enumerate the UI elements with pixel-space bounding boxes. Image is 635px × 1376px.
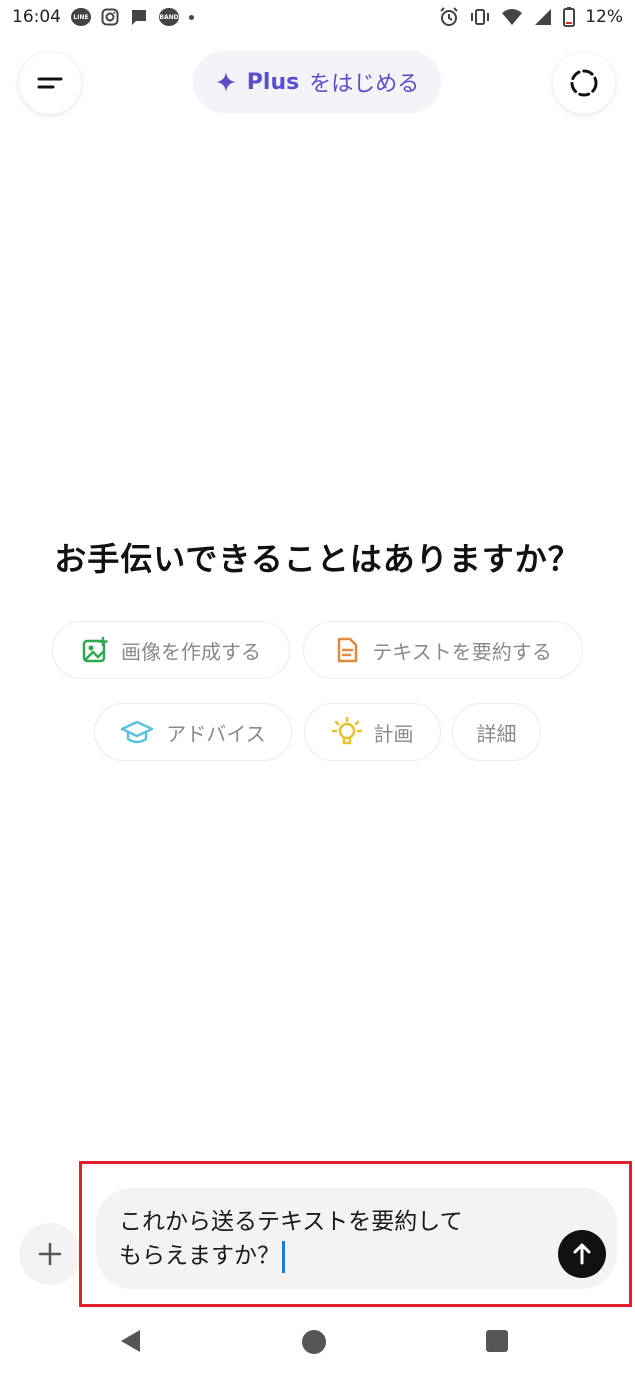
document-icon [338,637,358,663]
dashed-circle-icon [570,69,598,97]
image-create-icon [82,636,108,663]
battery-percentage: 12% [585,7,623,27]
band-notification-icon: BAND [159,8,179,26]
chip-summarize-text[interactable]: テキストを要約する [303,621,583,679]
vibrate-icon [469,8,491,26]
plus-icon [38,1242,62,1266]
alarm-icon [439,7,459,27]
temporary-chat-button[interactable] [553,52,615,114]
nav-home-button[interactable] [302,1330,326,1354]
menu-button[interactable] [19,52,81,114]
chip-label: 画像を作成する [121,639,261,664]
chip-label: 計画 [373,721,414,746]
page-title: お手伝いできることはありますか？ [54,540,581,578]
instagram-icon [101,8,119,26]
status-bar: 16:04 LINE BAND 12% [0,0,635,34]
status-time: 16:04 [12,7,61,27]
status-left: 16:04 LINE BAND [12,7,194,27]
nav-recents-button[interactable] [486,1330,508,1352]
sparkle-icon [215,72,236,92]
chip-label: アドバイス [166,721,266,746]
highlight-annotation-box [79,1161,632,1307]
chip-advice[interactable]: アドバイス [94,703,292,761]
plus-label: Plus [246,69,300,95]
chip-more[interactable]: 詳細 [452,703,541,761]
nav-back-button[interactable] [119,1328,143,1358]
plus-suffix: をはじめる [309,72,420,97]
screen: 16:04 LINE BAND 12% Plus をはじめる お手伝いできること… [0,0,635,1376]
graduation-cap-icon [121,720,154,744]
chip-create-image[interactable]: 画像を作成する [52,621,290,679]
back-triangle-icon [121,1330,140,1352]
chip-label: テキストを要約する [372,639,552,664]
chip-label: 詳細 [476,721,517,746]
lightbulb-icon [331,716,362,745]
status-right: 12% [439,7,623,27]
wifi-icon [501,8,523,26]
app-notification-icon [129,8,149,26]
line-notification-icon: LINE [71,8,91,26]
chip-plan[interactable]: 計画 [304,703,441,761]
more-notifications-dot-icon [189,14,194,20]
battery-icon [563,7,576,27]
get-plus-button[interactable]: Plus をはじめる [193,51,441,113]
signal-icon [533,8,553,26]
add-attachment-button[interactable] [19,1223,81,1285]
menu-icon [37,77,63,89]
